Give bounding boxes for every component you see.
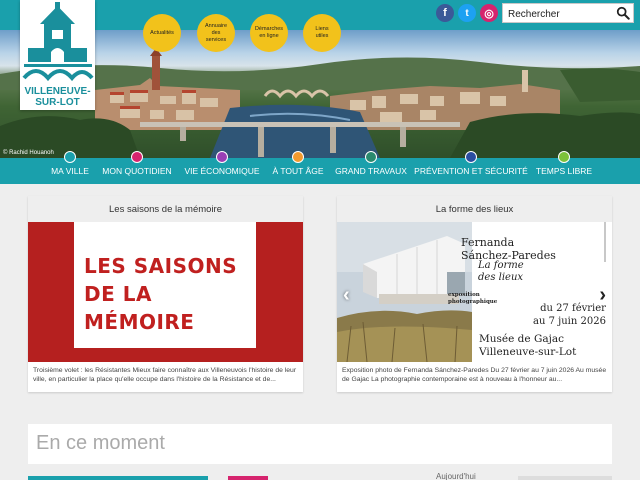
nav-item-mon-quotidien[interactable]: MON QUOTIDIEN [98, 151, 176, 184]
nav-item-ma-ville[interactable]: MA VILLE [42, 151, 98, 184]
nav-item-prevention-securite[interactable]: PRÉVENTION ET SÉCURITÉ [414, 151, 528, 184]
quick-link-liens-utiles[interactable]: Liens utiles [303, 14, 341, 52]
quick-link-demarches[interactable]: Démarches en ligne [250, 14, 288, 52]
twitter-icon[interactable]: t [458, 4, 476, 22]
card-description: Troisième volet : les Résistantes Mieux … [33, 367, 297, 383]
exhibition-dates: du 27 février au 7 juin 2026 [533, 303, 606, 327]
search-icon[interactable] [616, 6, 630, 20]
card-title[interactable]: Les saisons de la mémoire [28, 196, 303, 222]
nav-item-vie-economique[interactable]: VIE ÉCONOMIQUE [178, 151, 266, 184]
circle-icon [216, 151, 228, 163]
search-input[interactable] [503, 5, 611, 24]
card-image[interactable]: LES SAISONS DE LA MÉMOIRE [28, 222, 303, 362]
city-gate-logo-icon [22, 2, 94, 82]
circle-icon [465, 151, 477, 163]
exhibition-type: exposition photographique [448, 292, 498, 305]
news-card[interactable]: Les saisons de la mémoire LES SAISONS DE… [28, 196, 303, 392]
circle-icon [365, 151, 377, 163]
nav-item-a-tout-age[interactable]: À TOUT ÂGE [266, 151, 330, 184]
exhibition-title: La forme des lieux [478, 260, 524, 283]
circle-icon [131, 151, 143, 163]
quick-link-actualites[interactable]: Actualités [143, 14, 181, 52]
circle-icon [64, 151, 76, 163]
poster-title: LES SAISONS DE LA MÉMOIRE [84, 254, 238, 334]
quick-link-annuaire[interactable]: Annuaire des services [197, 14, 235, 52]
instagram-icon[interactable]: ◎ [480, 4, 498, 22]
card-title[interactable]: La forme des lieux [337, 196, 612, 222]
page: f t ◎ Rechercher © Rachid Houanoh VILLEN… [0, 0, 640, 480]
chevron-left-icon[interactable]: ‹ [343, 284, 350, 307]
teaser-strip [518, 476, 612, 480]
nav-item-grand-travaux[interactable]: GRAND TRAVAUX [332, 151, 410, 184]
circle-icon [292, 151, 304, 163]
facebook-icon[interactable]: f [436, 4, 454, 22]
logo-text: VILLENEUVE- SUR-LOT [24, 86, 91, 108]
main-nav: MA VILLE MON QUOTIDIEN VIE ÉCONOMIQUE À … [0, 151, 640, 184]
teaser-strip [28, 476, 208, 480]
chevron-right-icon[interactable]: › [599, 284, 606, 307]
news-card[interactable]: La forme des lieux Fernanda Sánchez-Pare… [337, 196, 612, 392]
en-ce-moment-section: En ce moment [28, 424, 612, 464]
search-box [502, 3, 634, 24]
site-logo[interactable]: VILLENEUVE- SUR-LOT [20, 0, 95, 110]
teaser-strip [228, 476, 268, 480]
circle-icon [558, 151, 570, 163]
nav-item-temps-libre[interactable]: TEMPS LIBRE [532, 151, 596, 184]
exhibition-venue: Musée de Gajac Villeneuve-sur-Lot [479, 333, 577, 358]
section-title: En ce moment [36, 432, 165, 454]
card-description: Exposition photo de Fernanda Sánchez-Par… [342, 367, 607, 383]
today-label: Aujourd'hui [436, 472, 476, 480]
artist-name: Fernanda Sánchez-Paredes [461, 236, 556, 262]
card-image[interactable]: Fernanda Sánchez-Paredes La forme des li… [337, 222, 612, 362]
photo-credit: © Rachid Houanoh [3, 150, 54, 156]
